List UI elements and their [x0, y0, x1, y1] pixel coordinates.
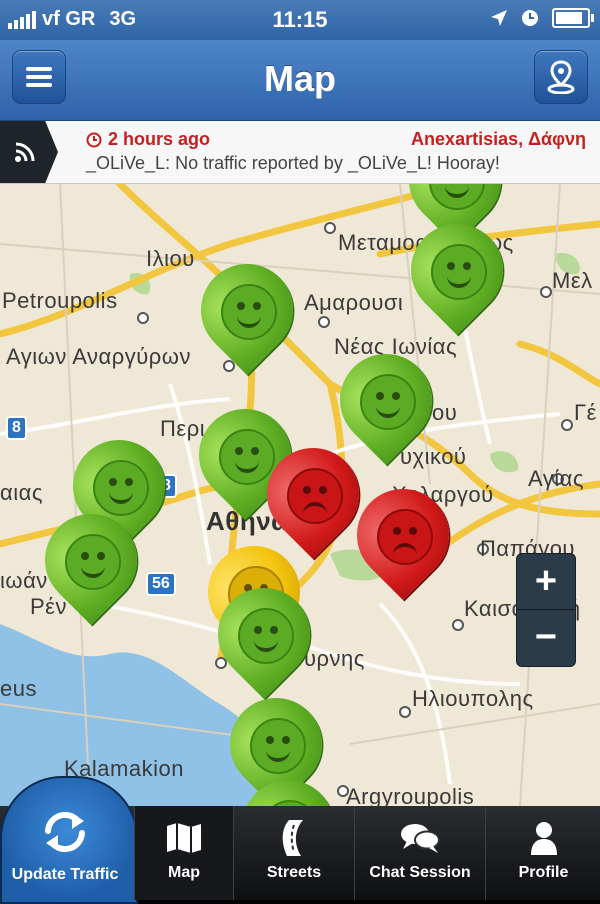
smiley-face-icon — [221, 284, 277, 340]
traffic-report-banner[interactable]: 2 hours ago Anexartisias, Δάφνη _OLiVe_L… — [0, 121, 600, 184]
traffic-marker-heavy[interactable] — [337, 469, 469, 601]
tab-label: Streets — [266, 864, 322, 881]
traffic-map[interactable]: Ιλιου Petroupolis Αγιων Αναργύρων Μεταμο… — [0, 184, 600, 806]
traffic-marker-heavy[interactable] — [247, 428, 379, 560]
highway-shield: 56 — [146, 572, 176, 596]
zoom-out-button[interactable]: − — [517, 609, 575, 665]
tab-label: Profile — [518, 864, 569, 881]
location-pin-icon — [547, 60, 575, 94]
place-label: ιωάν — [0, 568, 48, 593]
report-message: _OLiVe_L: No traffic reported by _OLiVe_… — [86, 153, 500, 173]
clock-icon — [86, 132, 102, 147]
feed-toggle[interactable] — [0, 121, 58, 183]
tab-label: Chat Session — [369, 864, 471, 881]
zoom-in-button[interactable]: + — [517, 554, 575, 609]
tab-profile[interactable]: Profile — [485, 806, 600, 900]
tab-streets[interactable]: Streets — [233, 806, 354, 900]
traffic-marker-ok[interactable] — [198, 568, 330, 700]
battery-icon — [552, 8, 594, 28]
locate-me-button[interactable] — [534, 50, 588, 104]
page-title: Map — [264, 58, 336, 99]
place-label: Αμαρουσι — [304, 290, 404, 315]
traffic-marker-ok[interactable] — [25, 494, 157, 626]
place-label: υρνης — [304, 646, 365, 671]
tab-map[interactable]: Map — [134, 806, 233, 900]
traffic-marker-ok[interactable] — [391, 204, 523, 336]
smiley-face-icon — [65, 534, 121, 590]
status-bar: vf GR 3G 11:15 — [0, 0, 600, 40]
location-arrow-icon — [491, 10, 507, 26]
smiley-face-icon — [93, 460, 149, 516]
road-icon — [282, 820, 303, 856]
folded-map-icon — [167, 823, 201, 853]
traffic-marker-ok[interactable] — [181, 244, 313, 376]
place-label: Αγίας — [528, 466, 584, 491]
alarm-clock-icon — [522, 10, 538, 26]
tab-bar: Update Traffic Map Streets Chat Session … — [0, 776, 600, 904]
place-label: Petroupolis — [2, 288, 118, 313]
place-label: αιας — [0, 480, 43, 505]
smiley-face-icon — [431, 244, 487, 300]
sad-face-icon — [287, 468, 343, 524]
report-location: Anexartisias, Δάφνη — [411, 129, 586, 149]
place-label: Αγιων Αναργύρων — [6, 344, 191, 369]
rss-feed-icon — [15, 142, 35, 162]
tab-label: Update Traffic — [11, 866, 119, 883]
traffic-marker-ok[interactable] — [222, 760, 354, 806]
highway-shield: 8 — [6, 416, 27, 440]
sad-face-icon — [377, 509, 433, 565]
refresh-arrows-icon — [45, 811, 85, 853]
zoom-control: + − — [516, 553, 576, 667]
place-label: Ιλιου — [146, 246, 195, 271]
tab-update-traffic[interactable]: Update Traffic — [0, 776, 138, 904]
place-label: Μελ — [552, 268, 593, 293]
navigation-bar: Map — [0, 40, 600, 121]
smiley-face-icon — [238, 608, 294, 664]
report-time: 2 hours ago — [108, 129, 211, 149]
tab-label: Map — [168, 864, 200, 881]
place-label: eus — [0, 676, 37, 701]
place-label: Argyroupolis — [346, 784, 475, 806]
place-label: Ηλιουπολης — [412, 686, 534, 711]
place-label: Γέ — [574, 400, 597, 425]
smiley-face-icon — [250, 718, 306, 774]
tab-chat-session[interactable]: Chat Session — [354, 806, 485, 900]
smiley-face-icon — [360, 374, 416, 430]
place-label: ου — [432, 400, 458, 425]
person-icon — [530, 822, 557, 855]
chat-bubbles-icon — [401, 824, 440, 853]
